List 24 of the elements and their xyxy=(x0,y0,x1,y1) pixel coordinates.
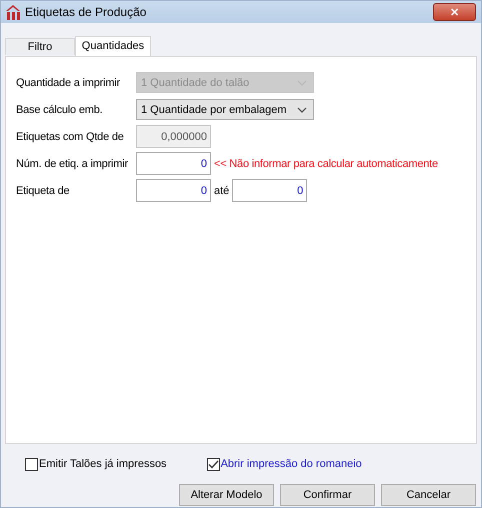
input-field[interactable]: 0 xyxy=(136,179,211,202)
checkbox-label[interactable]: Abrir impressão do romaneio xyxy=(220,458,362,470)
window-title: Etiquetas de Produção xyxy=(25,5,148,19)
field-label: Etiquetas com Qtde de xyxy=(16,130,125,142)
field-label: Quantidade a imprimir xyxy=(16,76,122,88)
dialog-button[interactable]: Confirmar xyxy=(280,484,375,506)
tab[interactable]: Quantidades xyxy=(75,36,151,56)
close-button[interactable]: ✕ xyxy=(433,3,476,21)
checkbox[interactable] xyxy=(25,458,38,470)
hint-text: << Não informar para calcular automaticamente xyxy=(214,158,438,170)
range-label: até xyxy=(214,184,230,196)
dropdown[interactable]: 1 Quantidade por embalagem xyxy=(136,99,314,120)
field-label: Etiqueta de xyxy=(16,184,70,196)
field-label: Base cálculo emb. xyxy=(16,104,104,116)
input-field[interactable]: 0 xyxy=(136,152,211,175)
field-label: Núm. de etiq. a imprimir xyxy=(16,158,129,170)
caret-icon xyxy=(297,106,307,112)
logo-icon xyxy=(6,4,20,20)
checkbox-label[interactable]: Emitir Talões já impressos xyxy=(39,458,167,470)
dialog-button[interactable]: Alterar Modelo xyxy=(179,484,274,506)
input-field[interactable]: 0 xyxy=(232,179,308,202)
dialog-button[interactable]: Cancelar xyxy=(381,484,476,506)
checkbox[interactable] xyxy=(206,458,220,470)
tab[interactable]: Filtro xyxy=(5,38,75,55)
